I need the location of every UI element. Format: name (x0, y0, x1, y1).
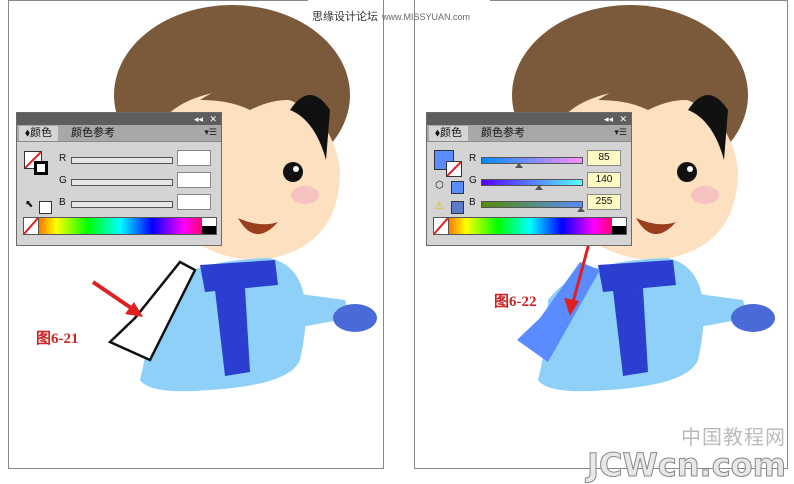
color-panel-left[interactable]: ◂◂ ✕ ⬧颜色 颜色参考 ▾☰ ⬉ R G B (16, 112, 222, 246)
channel-b-slider[interactable] (71, 201, 173, 208)
channel-g-label: G (59, 175, 67, 186)
panel-tabs: ⬧颜色 颜色参考 ▾☰ (17, 125, 221, 142)
close-icon[interactable]: ✕ (209, 113, 217, 125)
tab-color[interactable]: ⬧颜色 (19, 126, 58, 141)
channel-r-row: R (59, 150, 219, 167)
black-white-swatch[interactable] (202, 218, 216, 234)
color-spectrum[interactable] (23, 217, 217, 235)
channel-r-row: R 85 (469, 150, 629, 168)
collapse-icon[interactable]: ◂◂ (194, 113, 203, 125)
channel-g-row: G 140 (469, 172, 629, 190)
none-icon (446, 161, 462, 177)
channel-r-input[interactable] (177, 150, 211, 166)
channel-b-label: B (469, 197, 476, 208)
warning-icon[interactable]: ⚠ (434, 199, 444, 212)
tab-color[interactable]: ⬧颜色 (429, 126, 468, 141)
swap-icon[interactable]: ⬉ (25, 199, 33, 210)
tab-color-guide-label: 颜色参考 (481, 127, 525, 139)
channel-r-label: R (469, 153, 477, 164)
channel-b-input[interactable] (177, 194, 211, 210)
last-color-swatch[interactable] (39, 201, 52, 214)
channel-b-row: B 255 (469, 194, 629, 212)
logo-en-text: JCWcn.com (587, 446, 787, 484)
channel-b-input[interactable]: 255 (587, 194, 621, 210)
figure-label-left: 图6-21 (36, 331, 79, 347)
channel-g-input[interactable] (177, 172, 211, 188)
panel-titlebar[interactable]: ◂◂ ✕ (17, 113, 221, 125)
black-white-swatch[interactable] (612, 218, 626, 234)
tab-color-label: 颜色 (439, 127, 462, 139)
channel-g-input[interactable]: 140 (587, 172, 621, 188)
stroke-swatch[interactable] (446, 161, 462, 177)
channel-b-label: B (59, 197, 66, 208)
channel-g-slider[interactable] (71, 179, 173, 186)
tab-color-label: 颜色 (29, 127, 52, 139)
channel-b-slider[interactable] (481, 201, 583, 208)
none-swatch[interactable] (23, 217, 39, 235)
channel-r-handle[interactable] (515, 163, 523, 168)
menu-icon[interactable]: ▾☰ (614, 127, 627, 138)
collapse-icon[interactable]: ◂◂ (604, 113, 613, 125)
channel-r-slider[interactable] (481, 157, 583, 164)
channel-r-label: R (59, 153, 67, 164)
panel-titlebar[interactable]: ◂◂ ✕ (427, 113, 631, 125)
channel-r-input[interactable]: 85 (587, 150, 621, 166)
channel-g-row: G (59, 172, 219, 189)
channel-b-handle[interactable] (577, 207, 585, 212)
tab-color-guide[interactable]: 颜色参考 (475, 126, 531, 141)
none-swatch[interactable] (433, 217, 449, 235)
close-icon[interactable]: ✕ (619, 113, 627, 125)
channel-g-handle[interactable] (535, 185, 543, 190)
cube-icon[interactable]: ⬡ (435, 180, 444, 191)
panel-tabs: ⬧颜色 颜色参考 ▾☰ (427, 125, 631, 142)
tab-color-guide[interactable]: 颜色参考 (65, 126, 121, 141)
web-safe-swatch[interactable] (451, 181, 464, 194)
channel-g-label: G (469, 175, 477, 186)
color-spectrum[interactable] (433, 217, 627, 235)
channel-g-slider[interactable] (481, 179, 583, 186)
out-of-gamut-swatch[interactable] (451, 201, 464, 214)
color-panel-right[interactable]: ◂◂ ✕ ⬧颜色 颜色参考 ▾☰ ⬡ ⚠ R 85 G 140 B 255 (426, 112, 632, 246)
channel-b-row: B (59, 194, 219, 211)
tab-color-guide-label: 颜色参考 (71, 127, 115, 139)
stroke-swatch[interactable] (34, 161, 48, 175)
channel-r-slider[interactable] (71, 157, 173, 164)
site-logo: 中国教程网 JCWcn.com (587, 421, 787, 484)
figure-label-right: 图6-22 (494, 294, 537, 310)
menu-icon[interactable]: ▾☰ (204, 127, 217, 138)
